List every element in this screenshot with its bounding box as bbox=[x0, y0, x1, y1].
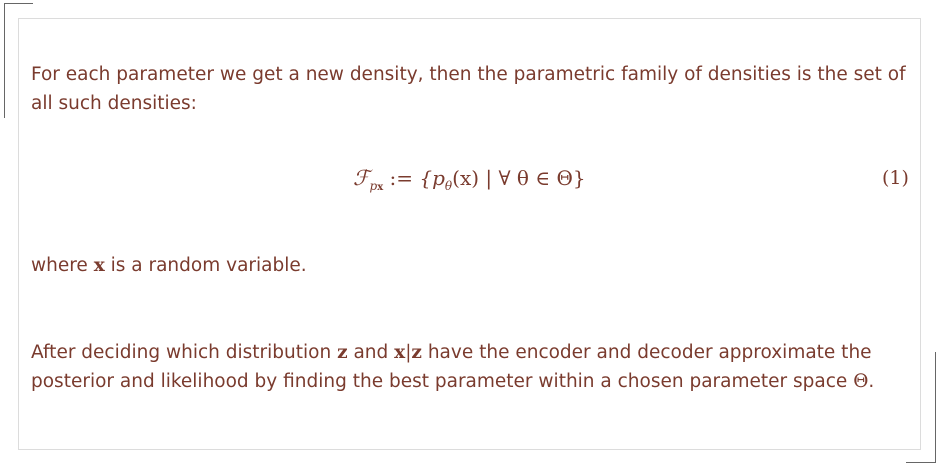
equation-number: (1) bbox=[882, 167, 909, 189]
p3-var-z: z bbox=[337, 342, 348, 363]
p3-theta: Θ bbox=[853, 371, 869, 392]
equation-family-definition: ℱpx := {pθ(x) | ∀ θ ∈ Θ} bbox=[353, 166, 586, 193]
paragraph-random-variable: where x is a random variable. bbox=[31, 251, 915, 280]
equation-assign: := bbox=[383, 166, 420, 190]
corner-mark-top-left bbox=[4, 3, 33, 4]
corner-mark-bottom-right bbox=[906, 462, 936, 463]
corner-mark-bottom-right-vertical bbox=[935, 352, 936, 463]
p2-text-after: is a random variable. bbox=[104, 255, 307, 276]
p3-text-4: . bbox=[868, 371, 875, 392]
paragraph-parametric-family: For each parameter we get a new density,… bbox=[31, 64, 906, 114]
p3-var-x: x bbox=[394, 342, 406, 363]
equation-set-open: {p bbox=[419, 166, 445, 190]
corner-mark-top-left-vertical bbox=[4, 3, 5, 118]
equation-subscript: px bbox=[370, 179, 384, 193]
p3-text-2: and bbox=[347, 342, 395, 363]
p3-text-1: After deciding which distribution bbox=[31, 342, 338, 363]
paragraph-encoder-decoder: After deciding which distribution z and … bbox=[31, 338, 915, 396]
equation-argument: (x) bbox=[452, 166, 480, 190]
equation-condition: | ∀ θ ∈ Θ} bbox=[479, 166, 586, 190]
p2-var-x: x bbox=[93, 255, 105, 276]
p3-var-z-cond: z bbox=[411, 342, 422, 363]
p2-text-before: where bbox=[31, 255, 94, 276]
equation-script-f: ℱ bbox=[353, 166, 370, 190]
